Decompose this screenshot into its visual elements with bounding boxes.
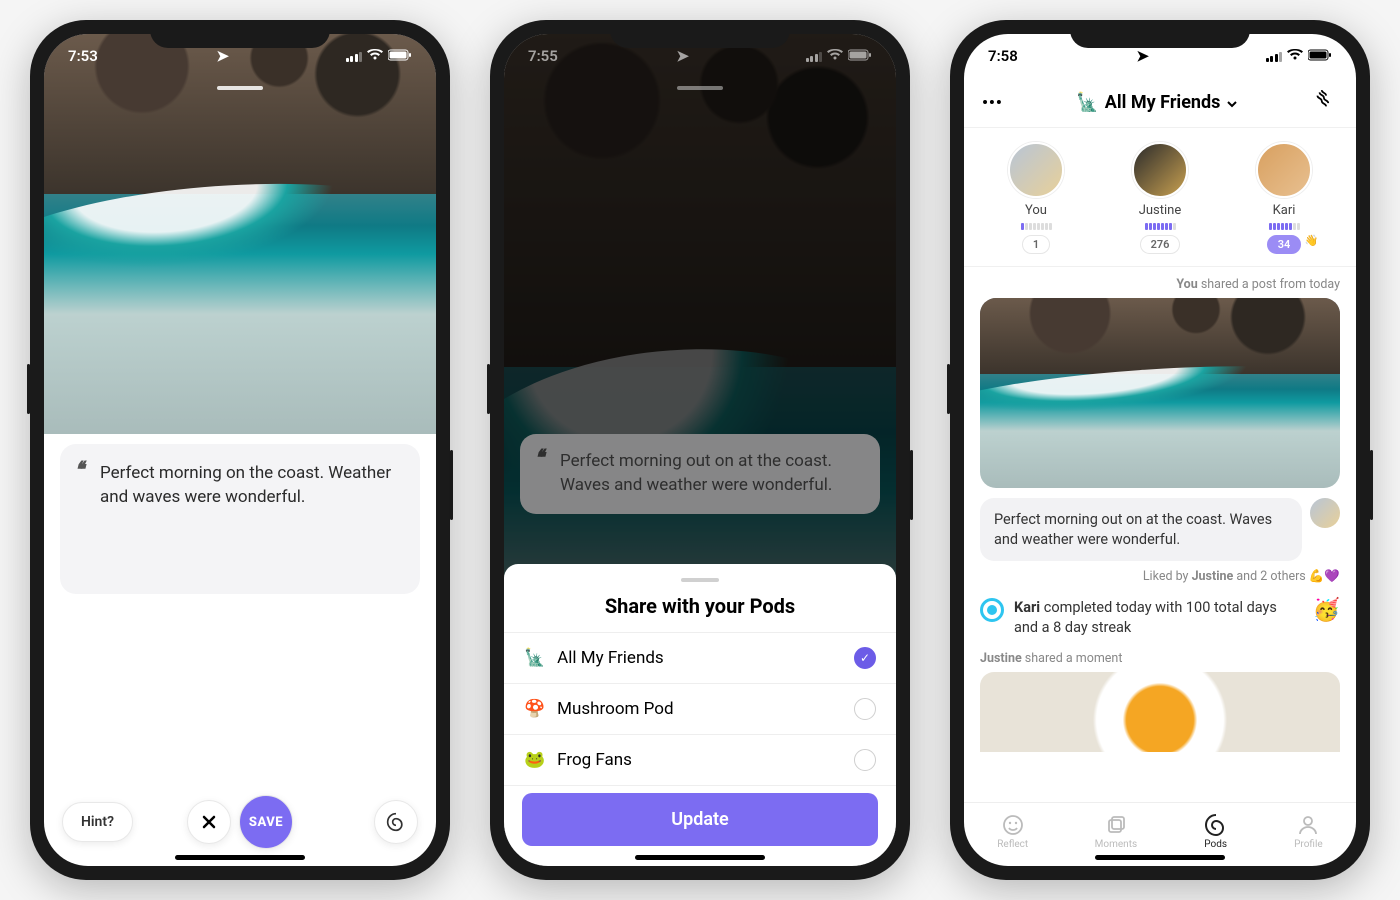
tab-label: Profile [1294,839,1323,850]
post-caption: Perfect morning out on at the coast. Wav… [980,498,1302,561]
notch [1070,20,1250,48]
home-indicator[interactable] [635,855,765,860]
tab-label: Moments [1095,839,1137,850]
notch [150,20,330,48]
quote-icon: ❛❛ [74,456,80,487]
chevron-down-icon [1226,92,1238,113]
count-pill: 276 [1140,235,1181,254]
friends-row: You 1 Justine 276 Kari 34 👋 [964,128,1356,267]
celebrate-icon: 🥳 [1313,598,1340,623]
battery-icon [1308,47,1332,65]
pod-name: Mushroom Pod [557,699,673,719]
update-button[interactable]: Update [522,793,878,846]
location-icon: ➤ [216,47,229,65]
friend-item[interactable]: You 1 [1008,142,1064,254]
share-sheet: Share with your Pods 🗽 All My Friends ✓ 🍄 Mu… [504,564,896,866]
wave-button[interactable] [1312,88,1338,118]
post-image [44,34,436,434]
location-icon: ➤ [1136,47,1149,65]
signal-icon [346,51,363,62]
avatar [1132,142,1188,198]
wifi-icon [367,47,383,65]
count-pill: 34 👋 [1267,235,1302,254]
status-time: 7:53 [68,47,98,65]
streak-bar [1021,223,1052,230]
moment-image[interactable] [980,672,1340,752]
friend-name: Justine [1139,203,1182,218]
pod-option[interactable]: 🗽 All My Friends ✓ [504,632,896,683]
battery-icon [388,47,412,65]
tab-pods[interactable]: Pods [1204,813,1228,850]
notch [610,20,790,48]
swirl-button[interactable] [374,800,418,844]
pod-emoji: 🐸 [524,750,545,770]
caption-text: Perfect morning on the coast. Weather an… [100,463,391,507]
pod-option[interactable]: 🐸 Frog Fans [504,734,896,786]
feed[interactable]: You shared a post from today Perfect mor… [964,267,1356,802]
phone-compose: 7:53 ➤ ❛❛ Perfect morning on the coast. … [30,20,450,880]
caption-input[interactable]: ❛❛ Perfect morning on the coast. Weather… [60,444,420,594]
post-meta: You shared a post from today [980,277,1340,292]
drag-handle [677,86,723,90]
streak-bar [1145,223,1176,230]
pod-emoji: 🍄 [524,699,545,719]
battery-icon [848,47,872,65]
post-image[interactable] [980,298,1340,488]
sheet-title: Share with your Pods [504,594,896,618]
signal-icon [1266,51,1283,62]
pods-icon [1204,813,1228,837]
friend-item[interactable]: Justine 276 [1132,142,1188,254]
moment-meta: Justine shared a moment [980,651,1340,666]
pod-emoji: 🗽 [1076,92,1098,113]
radio-indicator [854,749,876,771]
home-indicator[interactable] [1095,855,1225,860]
pod-header: ••• 🗽 All My Friends [964,78,1356,128]
pod-option[interactable]: 🍄 Mushroom Pod [504,683,896,734]
pod-name: All My Friends [557,648,664,668]
pod-emoji: 🗽 [524,648,545,668]
pod-title-dropdown[interactable]: 🗽 All My Friends [1076,92,1238,113]
tab-reflect[interactable]: Reflect [997,813,1028,850]
hint-button[interactable]: Hint? [62,802,133,842]
tab-profile[interactable]: Profile [1294,813,1323,850]
tab-label: Pods [1204,839,1227,850]
activity-item: Kari completed today with 100 total days… [980,598,1340,637]
pod-name: All My Friends [1105,92,1221,113]
status-time: 7:58 [988,47,1018,65]
phone-share-sheet: 7:55 ➤ ❛❛ Perfect morning out on at the … [490,20,910,880]
wifi-icon [1287,47,1303,65]
streak-bar [1269,223,1300,230]
likes-summary[interactable]: Liked by Justine and 2 others 💪💜 [980,569,1340,584]
location-icon: ➤ [676,47,689,65]
profile-icon [1296,813,1320,837]
author-avatar[interactable] [1310,498,1340,528]
pod-name: Frog Fans [557,750,632,770]
close-button[interactable] [187,800,231,844]
radio-indicator [854,698,876,720]
avatar [1008,142,1064,198]
friend-name: Kari [1273,203,1296,218]
phone-feed: 7:58 ➤ ••• 🗽 All My Friends You 1 Justin… [950,20,1370,880]
wifi-icon [827,47,843,65]
avatar [1256,142,1312,198]
sheet-handle[interactable] [681,578,719,582]
completion-ring-icon [980,598,1004,622]
count-pill: 1 [1022,235,1050,254]
reflect-icon [1001,813,1025,837]
tab-label: Reflect [997,839,1028,850]
tab-moments[interactable]: Moments [1095,813,1137,850]
home-indicator[interactable] [175,855,305,860]
friend-item[interactable]: Kari 34 👋 [1256,142,1312,254]
radio-indicator: ✓ [854,647,876,669]
status-time: 7:55 [528,47,558,65]
more-button[interactable]: ••• [982,93,1003,112]
save-button[interactable]: SAVE [239,795,293,849]
friend-name: You [1025,203,1047,218]
signal-icon [806,51,823,62]
moments-icon [1104,813,1128,837]
drag-handle[interactable] [217,86,263,90]
